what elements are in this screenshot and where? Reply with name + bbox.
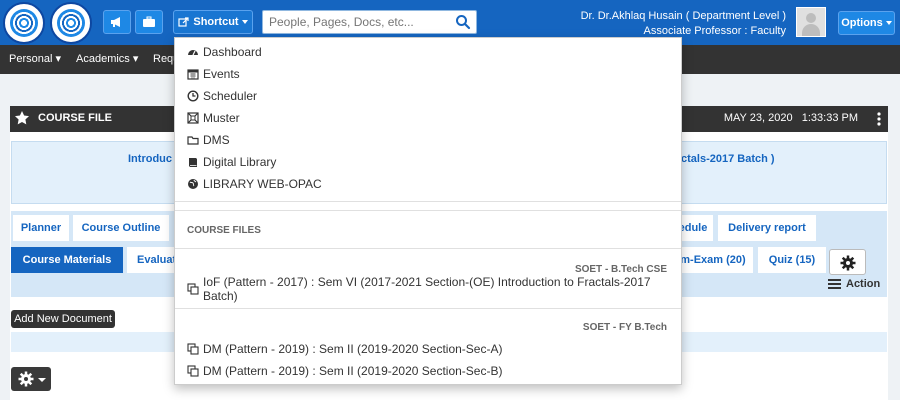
options-label: Options	[841, 17, 883, 29]
course-title-end: ctals-2017 Batch )	[681, 153, 775, 165]
menu-item-scheduler[interactable]: Scheduler	[187, 87, 257, 105]
announcements-button[interactable]	[103, 10, 131, 34]
gear-dropdown-button[interactable]	[11, 367, 51, 391]
gear-icon	[840, 255, 856, 271]
caret-down-icon	[38, 378, 46, 382]
university-logo[interactable]	[3, 2, 45, 44]
muster-icon	[187, 112, 199, 124]
menu-item-events[interactable]: Events	[187, 65, 240, 83]
megaphone-icon	[111, 17, 120, 27]
course-file-item[interactable]: IoF (Pattern - 2017) : Sem VI (2017-2021…	[187, 275, 681, 303]
caret-down-icon: ▾	[55, 53, 62, 65]
search-box	[262, 10, 477, 34]
course-title: Introduc	[128, 153, 172, 165]
shortcut-label: Shortcut	[193, 16, 239, 28]
tab-planner[interactable]: Planner	[13, 215, 69, 241]
briefcase-icon	[143, 16, 155, 27]
caret-down-icon	[241, 20, 248, 24]
tab-course-materials[interactable]: Course Materials	[11, 247, 123, 273]
course-group-label: SOET - FY B.Tech	[582, 322, 667, 333]
course-file-item[interactable]: DM (Pattern - 2019) : Sem II (2019-2020 …	[187, 340, 502, 358]
menu-item-dms[interactable]: DMS	[187, 131, 230, 149]
institute-logo[interactable]	[50, 2, 92, 44]
menu-divider	[175, 210, 681, 211]
current-datetime: MAY 23, 2020 1:33:33 PM	[723, 112, 858, 124]
external-link-icon	[178, 16, 189, 27]
page-title: COURSE FILE	[38, 112, 112, 124]
menu-item-library-web-opac[interactable]: LIBRARY WEB-OPAC	[187, 175, 322, 193]
caret-down-icon: ▾	[132, 53, 139, 65]
tab-course-outline[interactable]: Course Outline	[73, 215, 169, 241]
calendar-icon	[187, 69, 199, 80]
tab-evaluation[interactable]: Evaluat	[127, 247, 175, 273]
action-label[interactable]: Action	[846, 278, 880, 290]
search-icon[interactable]	[455, 14, 471, 30]
caret-down-icon	[885, 21, 892, 25]
add-new-document-tooltip: Add New Document	[11, 310, 115, 328]
search-input[interactable]	[263, 11, 448, 33]
briefcase-button[interactable]	[135, 10, 163, 34]
bars-icon[interactable]	[828, 278, 841, 290]
globe-icon	[188, 179, 198, 189]
user-info[interactable]: Dr. Dr.Akhlaq Husain ( Department Level …	[581, 9, 786, 39]
folder-icon	[187, 136, 199, 145]
avatar[interactable]	[796, 7, 826, 37]
tab-quiz[interactable]: Quiz (15)	[758, 247, 826, 273]
options-button[interactable]: Options	[838, 11, 895, 35]
kebab-menu-icon[interactable]	[877, 111, 881, 127]
copy-icon	[187, 283, 199, 295]
menu-divider	[175, 308, 681, 309]
menu-item-muster[interactable]: Muster	[187, 109, 240, 127]
gear-icon	[18, 371, 34, 387]
course-file-item[interactable]: DM (Pattern - 2019) : Sem II (2019-2020 …	[187, 362, 502, 380]
tab-mid-term-exam[interactable]: m-Exam (20)	[673, 247, 753, 273]
tab-delivery-report[interactable]: Delivery report	[718, 215, 816, 241]
book-icon	[189, 158, 197, 167]
shortcut-dropdown-menu: Dashboard Events Scheduler Muster DMS Di…	[174, 37, 682, 385]
clock-icon	[187, 90, 199, 102]
menu-item-digital-library[interactable]: Digital Library	[187, 153, 276, 171]
copy-icon	[187, 343, 199, 355]
nav-item-academics[interactable]: Academics ▾	[76, 45, 138, 74]
menu-divider	[175, 248, 681, 249]
menu-divider	[175, 201, 681, 202]
course-group-label: SOET - B.Tech CSE	[574, 264, 667, 275]
nav-item-personal[interactable]: Personal ▾	[9, 45, 61, 74]
course-files-header: COURSE FILES	[187, 225, 261, 236]
user-name: Dr. Dr.Akhlaq Husain ( Department Level …	[580, 10, 786, 22]
copy-icon	[187, 365, 199, 377]
shortcut-button[interactable]: Shortcut	[173, 10, 253, 34]
star-icon	[15, 111, 29, 125]
settings-button[interactable]	[829, 249, 866, 275]
dashboard-icon	[188, 50, 198, 56]
menu-item-dashboard[interactable]: Dashboard	[187, 43, 262, 61]
